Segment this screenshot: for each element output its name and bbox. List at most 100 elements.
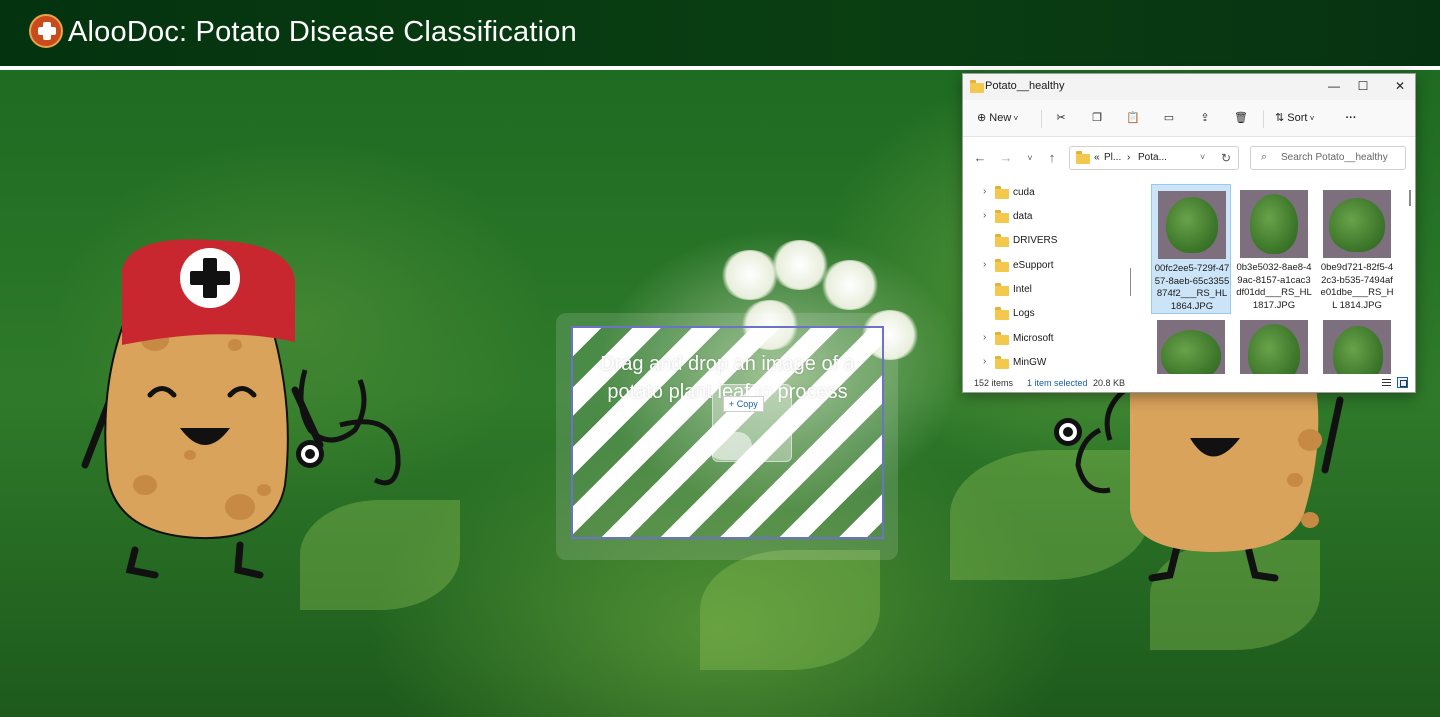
- folder-icon: [1076, 151, 1090, 164]
- tree-item-label: MinGW: [1013, 357, 1047, 368]
- tree-item-microsoft[interactable]: › Microsoft: [963, 328, 1131, 350]
- search-box[interactable]: ⌕ Search Potato__healthy: [1250, 146, 1406, 170]
- app-title: AlooDoc: Potato Disease Classification: [68, 16, 577, 48]
- minimize-button[interactable]: —: [1321, 77, 1347, 95]
- app-logo-icon: [29, 14, 63, 48]
- image-thumbnail: [1240, 190, 1308, 258]
- tree-item-esupport[interactable]: › eSupport: [963, 255, 1131, 277]
- tree-item-label: DRIVERS: [1013, 235, 1058, 246]
- tree-item-label: Intel: [1013, 284, 1032, 295]
- leaf-image: [1250, 194, 1298, 254]
- chevron-right-icon[interactable]: ›: [983, 210, 986, 221]
- image-thumbnail: [1240, 320, 1308, 374]
- tree-item-logs[interactable]: Logs: [963, 303, 1131, 325]
- explorer-titlebar[interactable]: Potato__healthy — ☐ ✕: [963, 74, 1415, 100]
- folder-icon: [995, 210, 1009, 223]
- cut-icon[interactable]: ✂: [1051, 108, 1071, 128]
- breadcrumb-segment[interactable]: Pota...: [1138, 152, 1167, 163]
- item-count: 152 items: [974, 378, 1014, 388]
- plus-circle-icon: ⊕: [977, 112, 987, 124]
- maximize-button[interactable]: ☐: [1350, 77, 1376, 95]
- leaf-image: [1161, 330, 1221, 374]
- tree-item-data[interactable]: › data: [963, 206, 1131, 228]
- file-tile[interactable]: 0b3e5032-8ae8-49ac-8157-a1cac3df01dd___R…: [1234, 184, 1314, 314]
- folder-icon: [995, 186, 1009, 199]
- potato-doctor-mascot-left: [81, 239, 401, 579]
- new-button-label: New: [989, 112, 1012, 124]
- file-tile[interactable]: 0be9d721-82f5-42c3-b535-7494afe01dbe___R…: [1317, 184, 1397, 314]
- up-arrow-icon[interactable]: ↑: [1043, 149, 1061, 167]
- navigation-tree: › cuda › data DRIVERS › eSupport Intel L…: [963, 178, 1131, 374]
- tree-scrollbar[interactable]: [1130, 268, 1131, 296]
- back-arrow-icon[interactable]: ←: [971, 149, 989, 167]
- address-dropdown-chevron-icon[interactable]: ˅: [1200, 152, 1205, 162]
- tree-item-label: Logs: [1013, 308, 1035, 319]
- tree-item-cuda[interactable]: › cuda: [963, 182, 1131, 204]
- file-explorer-window[interactable]: Potato__healthy — ☐ ✕ ⊕ New ˅ ✂ ❐ 📋 ▭ ⇪ …: [962, 73, 1416, 393]
- chevron-right-icon[interactable]: ›: [983, 259, 986, 270]
- leaf-image: [1248, 324, 1300, 374]
- selection-count: 1 item selected: [1027, 378, 1088, 388]
- status-bar: 152 items 1 item selected 20.8 KB: [963, 374, 1415, 392]
- drag-cursor-icon: [708, 432, 752, 460]
- toolbar-separator: [1041, 110, 1042, 128]
- delete-icon[interactable]: 🗑: [1231, 108, 1251, 128]
- tree-item-drivers[interactable]: DRIVERS: [963, 230, 1131, 252]
- paste-icon[interactable]: 📋: [1123, 108, 1143, 128]
- tree-item-intel[interactable]: Intel: [963, 279, 1131, 301]
- file-name: 00fc2ee5-729f-4757-8aeb-65c3355874f2___R…: [1154, 263, 1230, 312]
- file-tile[interactable]: [1317, 314, 1397, 374]
- forward-arrow-icon[interactable]: →: [997, 149, 1015, 167]
- image-thumbnail: [1157, 320, 1225, 374]
- sort-button-label: Sort: [1287, 112, 1308, 124]
- file-tile[interactable]: [1234, 314, 1314, 374]
- file-grid: 00fc2ee5-729f-4757-8aeb-65c3355874f2___R…: [1147, 178, 1397, 374]
- tree-item-label: Microsoft: [1013, 333, 1054, 344]
- close-button[interactable]: ✕: [1387, 77, 1413, 95]
- potato-doctor-mascot-right: [1054, 380, 1344, 582]
- leaf-image: [1166, 197, 1218, 253]
- drag-copy-tooltip: + Copy: [723, 396, 764, 412]
- breadcrumb-separator: ›: [1127, 152, 1131, 163]
- folder-icon: [995, 307, 1009, 320]
- folder-icon: [995, 356, 1009, 369]
- chevron-down-icon: ˅: [1011, 114, 1019, 123]
- refresh-icon[interactable]: ↻: [1221, 151, 1231, 165]
- tree-item-mingw[interactable]: › MinGW: [963, 352, 1131, 374]
- image-thumbnail: [1158, 191, 1226, 259]
- folder-icon: [995, 283, 1009, 296]
- chevron-down-icon: ˅: [1307, 114, 1315, 123]
- more-options-button[interactable]: ···: [1341, 108, 1361, 128]
- drag-copy-label: Copy: [736, 399, 758, 409]
- tree-item-label: cuda: [1013, 187, 1035, 198]
- file-name: 0be9d721-82f5-42c3-b535-7494afe01dbe___R…: [1320, 262, 1394, 311]
- details-view-icon[interactable]: [1381, 377, 1392, 388]
- chevron-right-icon[interactable]: ›: [983, 332, 986, 343]
- file-name: 0b3e5032-8ae8-49ac-8157-a1cac3df01dd___R…: [1236, 262, 1312, 311]
- flower: [820, 260, 880, 310]
- recent-locations-chevron-icon[interactable]: ˅: [1021, 149, 1039, 167]
- new-button[interactable]: ⊕ New ˅: [977, 108, 1031, 128]
- large-icons-view-icon[interactable]: [1397, 377, 1408, 388]
- file-grid-scrollbar[interactable]: [1409, 190, 1411, 206]
- file-tile[interactable]: [1151, 314, 1231, 374]
- address-overflow[interactable]: «: [1094, 152, 1100, 163]
- explorer-window-title: Potato__healthy: [985, 80, 1065, 92]
- tree-item-label: data: [1013, 211, 1033, 222]
- file-tile[interactable]: 00fc2ee5-729f-4757-8aeb-65c3355874f2___R…: [1151, 184, 1231, 314]
- copy-icon[interactable]: ❐: [1087, 108, 1107, 128]
- image-thumbnail: [1323, 320, 1391, 374]
- search-placeholder: Search Potato__healthy: [1281, 152, 1388, 163]
- sort-icon: ⇅: [1275, 112, 1285, 124]
- tree-item-label: eSupport: [1013, 260, 1054, 271]
- chevron-right-icon[interactable]: ›: [983, 186, 986, 197]
- explorer-toolbar: ⊕ New ˅ ✂ ❐ 📋 ▭ ⇪ 🗑 ⇅ Sort ˅ ···: [963, 100, 1415, 136]
- folder-icon: [970, 80, 984, 93]
- rename-icon[interactable]: ▭: [1159, 108, 1179, 128]
- sort-button[interactable]: ⇅ Sort ˅: [1275, 108, 1327, 128]
- address-bar[interactable]: « Pl... › Pota... ˅ ↻: [1069, 146, 1239, 170]
- image-thumbnail: [1323, 190, 1391, 258]
- share-icon[interactable]: ⇪: [1195, 108, 1215, 128]
- chevron-right-icon[interactable]: ›: [983, 356, 986, 367]
- breadcrumb-segment[interactable]: Pl...: [1104, 152, 1121, 163]
